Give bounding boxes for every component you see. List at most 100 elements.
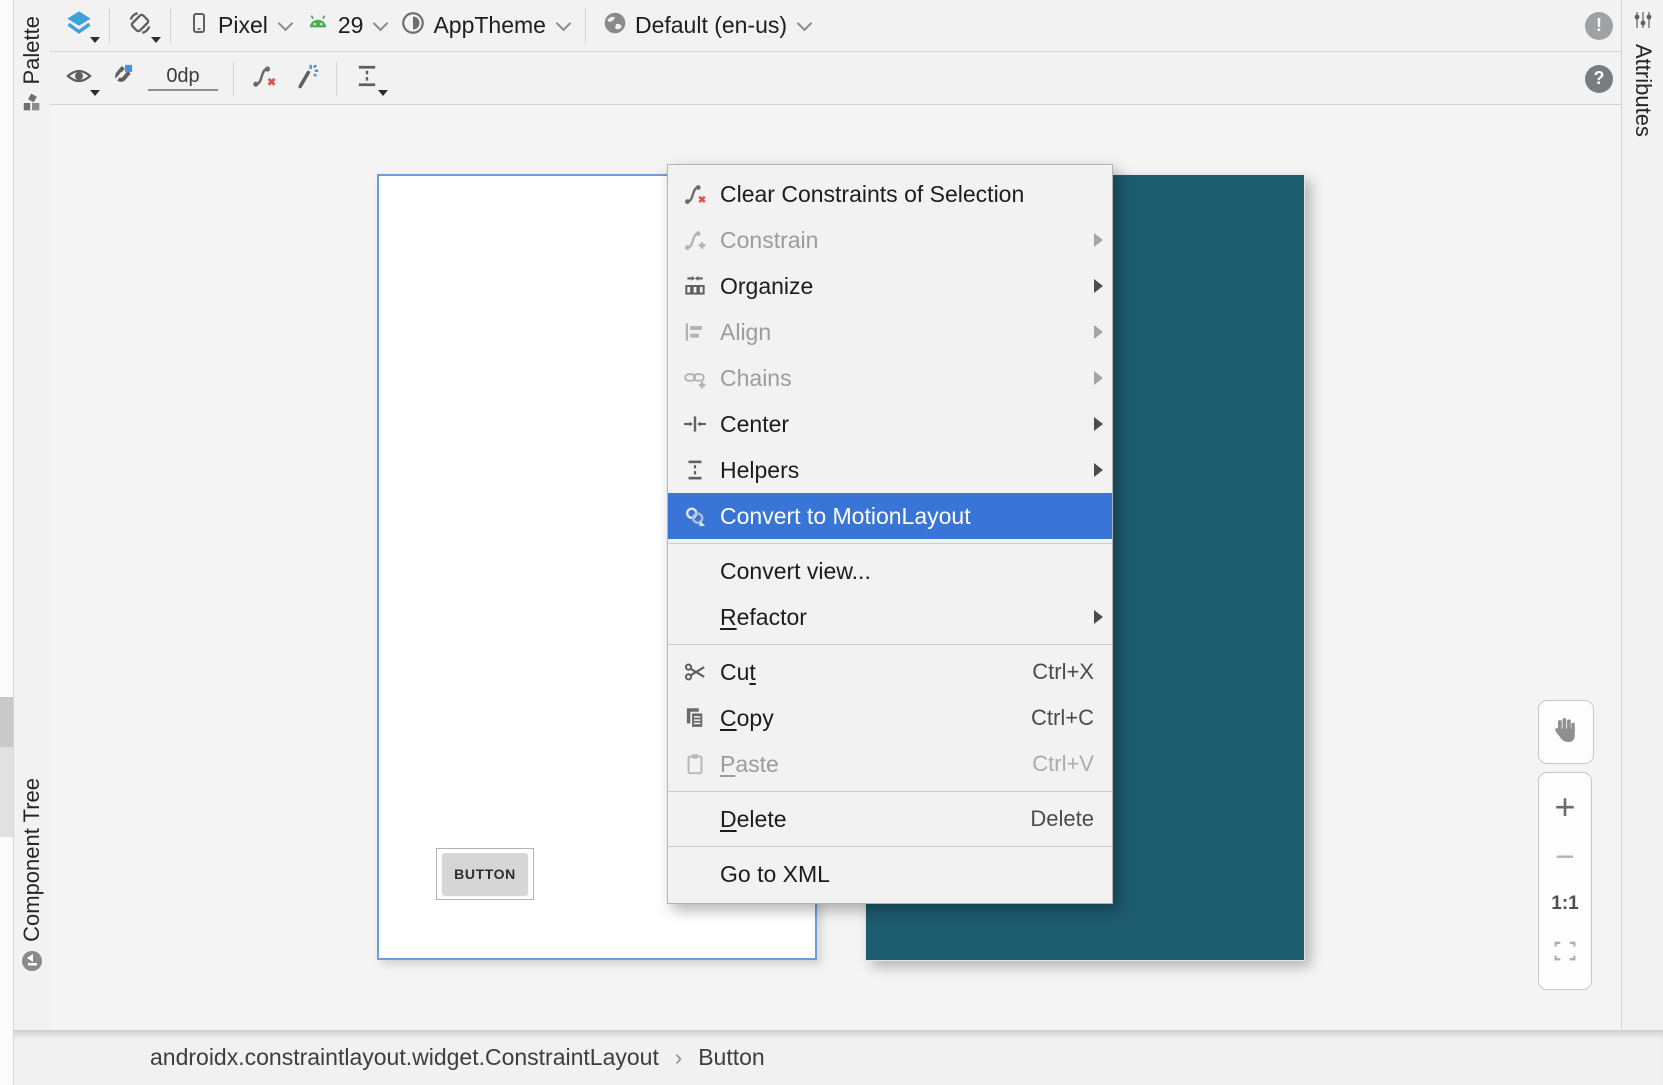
- breadcrumb: androidx.constraintlayout.widget.Constra…: [14, 1030, 1663, 1085]
- api-level-selector[interactable]: 29: [298, 7, 394, 45]
- dropdown-caret-icon: [90, 90, 100, 96]
- button-widget[interactable]: BUTTON: [442, 853, 528, 895]
- menu-item-delete[interactable]: Delete Delete: [668, 796, 1112, 842]
- locale-selector-label: Default (en-us): [635, 12, 787, 39]
- submenu-arrow-icon: [1094, 610, 1103, 624]
- menu-item-cut[interactable]: Cut Ctrl+X: [668, 649, 1112, 695]
- submenu-arrow-icon: [1094, 325, 1103, 339]
- magic-wand-icon: [292, 62, 320, 96]
- palette-icon: [21, 92, 43, 119]
- zoom-in-button[interactable]: +: [1554, 792, 1575, 822]
- zoom-to-fit-button[interactable]: [1551, 937, 1579, 970]
- menu-item-paste[interactable]: Paste Ctrl+V: [668, 741, 1112, 787]
- zoom-controls-panel: + − 1:1: [1538, 772, 1592, 990]
- locale-selector[interactable]: Default (en-us): [595, 7, 817, 45]
- globe-icon: [602, 10, 628, 42]
- menu-item-label: Clear Constraints of Selection: [720, 181, 1024, 208]
- default-margin-selector[interactable]: 0dp: [148, 66, 218, 91]
- menu-item-copy[interactable]: Copy Ctrl+C: [668, 695, 1112, 741]
- layers-icon: [65, 9, 93, 43]
- context-menu: Clear Constraints of Selection Constrain: [667, 164, 1113, 904]
- paste-icon: [680, 751, 710, 777]
- menu-item-label: Convert to MotionLayout: [720, 503, 971, 530]
- zoom-100-button[interactable]: 1:1: [1551, 893, 1578, 915]
- design-actions-toolbar: 0dp: [50, 53, 1621, 105]
- organize-icon: [680, 273, 710, 299]
- menu-separator: [668, 791, 1112, 792]
- motionlayout-icon: [680, 503, 710, 529]
- menu-item-convert-to-motionlayout[interactable]: Convert to MotionLayout: [668, 493, 1112, 539]
- helpers-icon: [680, 457, 710, 483]
- selected-button-widget[interactable]: BUTTON: [436, 848, 534, 900]
- attributes-tab-label: Attributes: [1630, 44, 1656, 137]
- guidelines-button[interactable]: [346, 59, 388, 99]
- android-icon: [305, 10, 331, 42]
- breadcrumb-separator-icon: ›: [675, 1045, 682, 1071]
- error-badge-label: !: [1596, 15, 1602, 36]
- pan-button[interactable]: [1538, 700, 1594, 764]
- device-selector[interactable]: Pixel: [180, 8, 298, 44]
- menu-item-convert-view[interactable]: Convert view...: [668, 548, 1112, 594]
- menu-item-label: Organize: [720, 273, 813, 300]
- menu-item-chains[interactable]: Chains: [668, 355, 1112, 401]
- menu-separator: [668, 644, 1112, 645]
- menu-item-label: Helpers: [720, 457, 799, 484]
- left-scrollbar-thumb[interactable]: [0, 697, 13, 747]
- menu-separator: [668, 846, 1112, 847]
- menu-item-helpers[interactable]: Helpers: [668, 447, 1112, 493]
- view-options-button[interactable]: [58, 59, 100, 99]
- cut-icon: [680, 659, 710, 685]
- device-selector-label: Pixel: [218, 12, 268, 39]
- clear-all-constraints-button[interactable]: [243, 59, 285, 99]
- chains-icon: [680, 365, 710, 391]
- breadcrumb-leaf[interactable]: Button: [698, 1044, 765, 1071]
- breadcrumb-root[interactable]: androidx.constraintlayout.widget.Constra…: [150, 1044, 659, 1071]
- autoconnect-toggle[interactable]: [100, 59, 142, 99]
- theme-selector[interactable]: AppTheme: [393, 7, 576, 45]
- menu-item-go-to-xml[interactable]: Go to XML: [668, 851, 1112, 897]
- api-level-label: 29: [338, 12, 364, 39]
- submenu-arrow-icon: [1094, 463, 1103, 477]
- component-tree-tab-label: Component Tree: [19, 778, 45, 942]
- menu-item-label: Center: [720, 411, 789, 438]
- left-scrollbar-track[interactable]: [0, 747, 13, 837]
- menu-item-label: Refactor: [720, 604, 807, 631]
- chevron-down-icon: [556, 15, 572, 31]
- copy-icon: [680, 705, 710, 731]
- menu-item-align[interactable]: Align: [668, 309, 1112, 355]
- menu-item-label: Align: [720, 319, 771, 346]
- menu-item-organize[interactable]: Organize: [668, 263, 1112, 309]
- left-tab-strip: Palette Component Tree: [14, 0, 50, 1030]
- orientation-selector[interactable]: [119, 6, 161, 46]
- submenu-arrow-icon: [1094, 417, 1103, 431]
- tab-palette[interactable]: Palette: [14, 16, 50, 119]
- issue-panel-button[interactable]: !: [1585, 12, 1613, 40]
- menu-item-center[interactable]: Center: [668, 401, 1112, 447]
- menu-shortcut: Ctrl+X: [1032, 659, 1094, 685]
- menu-item-refactor[interactable]: Refactor: [668, 594, 1112, 640]
- menu-item-constrain[interactable]: Constrain: [668, 217, 1112, 263]
- menu-item-label: Copy: [720, 705, 774, 732]
- design-surface-selector[interactable]: [58, 6, 100, 46]
- align-icon: [680, 319, 710, 345]
- magnet-off-icon: [107, 62, 135, 96]
- left-splitter-rail[interactable]: [0, 0, 14, 1085]
- zoom-out-button[interactable]: −: [1555, 844, 1575, 870]
- menu-separator: [668, 543, 1112, 544]
- toolbar-separator: [336, 62, 337, 96]
- infer-constraints-button[interactable]: [285, 59, 327, 99]
- layout-editor-window: Palette Component Tree: [0, 0, 1663, 1085]
- phone-icon: [187, 11, 211, 41]
- menu-item-label: Convert view...: [720, 558, 871, 585]
- toolbar-separator: [170, 9, 171, 43]
- rotate-device-icon: [126, 9, 154, 43]
- menu-item-clear-constraints[interactable]: Clear Constraints of Selection: [668, 171, 1112, 217]
- menu-shortcut: Ctrl+C: [1031, 705, 1094, 731]
- tab-attributes[interactable]: Attributes: [1625, 8, 1661, 137]
- toolbar-separator: [233, 62, 234, 96]
- tab-component-tree[interactable]: Component Tree: [14, 778, 50, 978]
- component-tree-icon: [20, 949, 44, 978]
- clear-constraints-icon: [250, 62, 278, 96]
- help-button[interactable]: ?: [1585, 65, 1613, 93]
- menu-item-label: Constrain: [720, 227, 818, 254]
